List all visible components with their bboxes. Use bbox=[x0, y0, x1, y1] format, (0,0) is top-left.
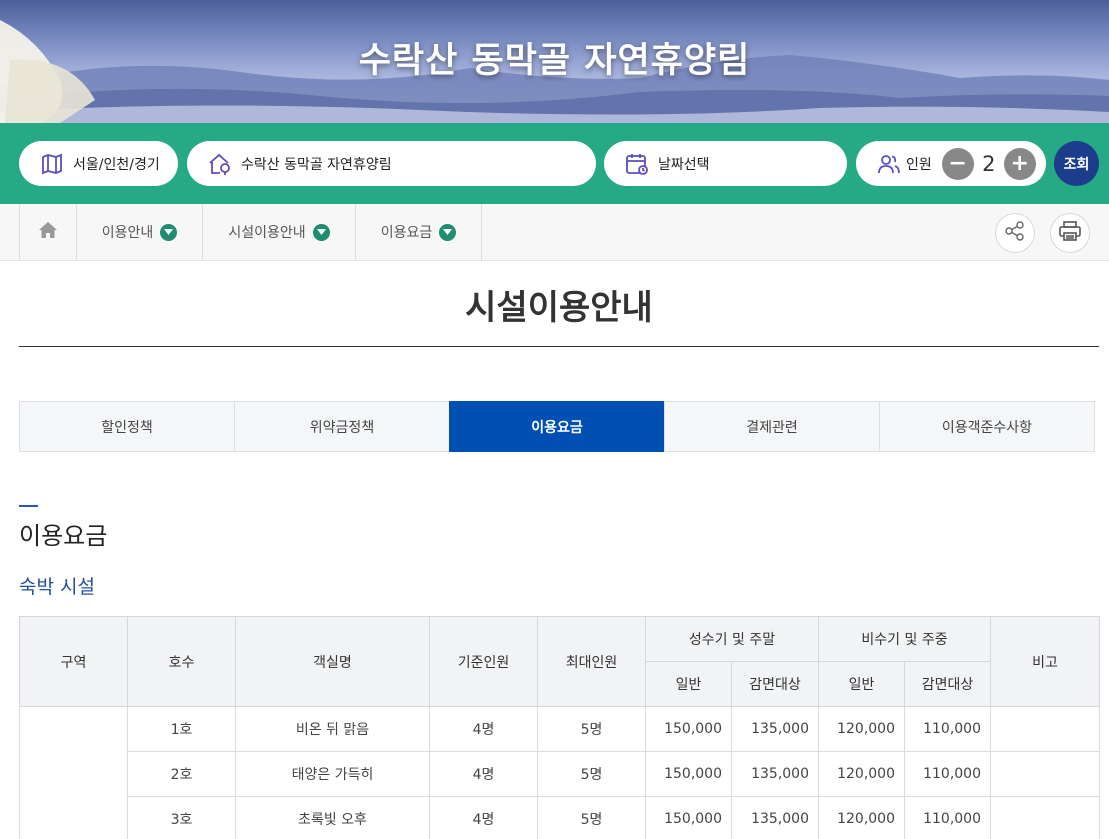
print-button[interactable] bbox=[1050, 213, 1090, 253]
breadcrumb-label: 이용요금 bbox=[380, 225, 433, 241]
section-subtitle: 숙박 시설 bbox=[19, 576, 95, 598]
breadcrumb: 이용안내 시설이용안내 이용요금 bbox=[0, 204, 1109, 261]
forest-label: 수락산 동막골 자연휴양림 bbox=[241, 156, 392, 173]
home-button[interactable] bbox=[19, 204, 77, 260]
home-icon bbox=[38, 221, 58, 243]
date-label: 날짜선택 bbox=[658, 156, 710, 173]
breadcrumb-label: 이용안내 bbox=[101, 225, 154, 241]
header-max-capacity: 최대인원 bbox=[537, 616, 646, 707]
room-no-cell: 1호 bbox=[127, 706, 236, 752]
breadcrumb-label: 시설이용안내 bbox=[228, 225, 306, 241]
zone-cell bbox=[19, 751, 128, 797]
breadcrumb-item-fees[interactable]: 이용요금 bbox=[356, 204, 482, 260]
increase-people-button[interactable]: + bbox=[1003, 147, 1036, 180]
tab-usage-fees[interactable]: 이용요금 bbox=[449, 401, 664, 452]
peak-normal-cell: 150,000 bbox=[645, 706, 732, 752]
header-peak-discount: 감면대상 bbox=[731, 661, 819, 707]
offpeak-normal-cell: 120,000 bbox=[818, 796, 905, 839]
room-name-cell: 비온 뒤 맑음 bbox=[235, 706, 430, 752]
table-row: 3호 초록빛 오후 4명 5명 150,000 135,000 120,000 … bbox=[19, 796, 1100, 839]
banner: 수락산 동막골 자연휴양림 bbox=[0, 0, 1109, 123]
tab-visitor-rules[interactable]: 이용객준수사항 bbox=[879, 401, 1095, 452]
content-tabs: 할인정책 위약금정책 이용요금 결제관련 이용객준수사항 bbox=[19, 401, 1095, 452]
section-accent-line bbox=[19, 505, 38, 507]
people-count: 2 bbox=[982, 151, 996, 176]
chevron-down-icon bbox=[160, 223, 178, 241]
peak-discount-cell: 135,000 bbox=[731, 796, 819, 839]
people-icon bbox=[876, 151, 902, 177]
table-row: 1호 비온 뒤 맑음 4명 5명 150,000 135,000 120,000… bbox=[19, 706, 1100, 752]
peak-normal-cell: 150,000 bbox=[645, 796, 732, 839]
page-title: 시설이용안내 bbox=[465, 288, 653, 328]
header-offpeak-discount: 감면대상 bbox=[904, 661, 991, 707]
room-no-cell: 3호 bbox=[127, 796, 236, 839]
peak-discount-cell: 135,000 bbox=[731, 751, 819, 797]
max-cell: 5명 bbox=[537, 706, 646, 752]
zone-cell bbox=[19, 796, 128, 839]
date-select[interactable]: 날짜선택 bbox=[604, 141, 847, 186]
search-bar: 서울/인천/경기 수락산 동막골 자연휴양림 날짜선택 인원 − 2 + bbox=[0, 123, 1109, 204]
note-cell bbox=[990, 796, 1100, 839]
offpeak-discount-cell: 110,000 bbox=[904, 751, 991, 797]
forest-select[interactable]: 수락산 동막골 자연휴양림 bbox=[187, 141, 596, 186]
printer-icon bbox=[1058, 220, 1082, 246]
region-label: 서울/인천/경기 bbox=[73, 156, 160, 173]
house-location-icon bbox=[207, 151, 233, 177]
header-peak: 성수기 및 주말 bbox=[645, 616, 819, 662]
header-room-no: 호수 bbox=[127, 616, 236, 707]
share-icon bbox=[1004, 220, 1026, 246]
calendar-icon bbox=[624, 151, 650, 177]
peak-discount-cell: 135,000 bbox=[731, 706, 819, 752]
share-button[interactable] bbox=[995, 213, 1035, 253]
header-note: 비고 bbox=[990, 616, 1100, 707]
room-no-cell: 2호 bbox=[127, 751, 236, 797]
table-row: 2호 태양은 가득히 4명 5명 150,000 135,000 120,000… bbox=[19, 751, 1100, 797]
header-room-name: 객실명 bbox=[235, 616, 430, 707]
section-title: 이용요금 bbox=[19, 522, 108, 550]
base-cell: 4명 bbox=[429, 751, 538, 797]
breadcrumb-item-facility-guide[interactable]: 시설이용안내 bbox=[203, 204, 356, 260]
max-cell: 5명 bbox=[537, 751, 646, 797]
tab-penalty-policy[interactable]: 위약금정책 bbox=[234, 401, 449, 452]
search-submit-button[interactable]: 조회 bbox=[1054, 141, 1099, 186]
room-name-cell: 초록빛 오후 bbox=[235, 796, 430, 839]
note-cell bbox=[990, 706, 1100, 752]
offpeak-discount-cell: 110,000 bbox=[904, 706, 991, 752]
decrease-people-button[interactable]: − bbox=[941, 147, 974, 180]
header-base-capacity: 기준인원 bbox=[429, 616, 538, 707]
banner-title: 수락산 동막골 자연휴양림 bbox=[358, 41, 751, 81]
tab-discount-policy[interactable]: 할인정책 bbox=[19, 401, 234, 452]
zone-cell bbox=[19, 706, 128, 752]
max-cell: 5명 bbox=[537, 796, 646, 839]
offpeak-normal-cell: 120,000 bbox=[818, 751, 905, 797]
header-offpeak-normal: 일반 bbox=[818, 661, 905, 707]
map-icon bbox=[39, 151, 65, 177]
people-stepper: 인원 − 2 + bbox=[856, 141, 1046, 186]
header-zone: 구역 bbox=[19, 616, 128, 707]
title-divider bbox=[19, 346, 1099, 347]
offpeak-discount-cell: 110,000 bbox=[904, 796, 991, 839]
offpeak-normal-cell: 120,000 bbox=[818, 706, 905, 752]
peak-normal-cell: 150,000 bbox=[645, 751, 732, 797]
note-cell bbox=[990, 751, 1100, 797]
base-cell: 4명 bbox=[429, 706, 538, 752]
chevron-down-icon bbox=[312, 223, 330, 241]
header-peak-normal: 일반 bbox=[645, 661, 732, 707]
breadcrumb-item-usage-guide[interactable]: 이용안내 bbox=[77, 204, 203, 260]
base-cell: 4명 bbox=[429, 796, 538, 839]
header-offpeak: 비수기 및 주중 bbox=[818, 616, 991, 662]
region-select[interactable]: 서울/인천/경기 bbox=[19, 141, 178, 186]
tab-payment[interactable]: 결제관련 bbox=[664, 401, 879, 452]
room-name-cell: 태양은 가득히 bbox=[235, 751, 430, 797]
fee-table: 구역 호수 객실명 기준인원 최대인원 성수기 및 주말 비수기 및 주중 비고… bbox=[19, 616, 1100, 839]
people-label: 인원 bbox=[906, 156, 932, 173]
chevron-down-icon bbox=[439, 223, 457, 241]
